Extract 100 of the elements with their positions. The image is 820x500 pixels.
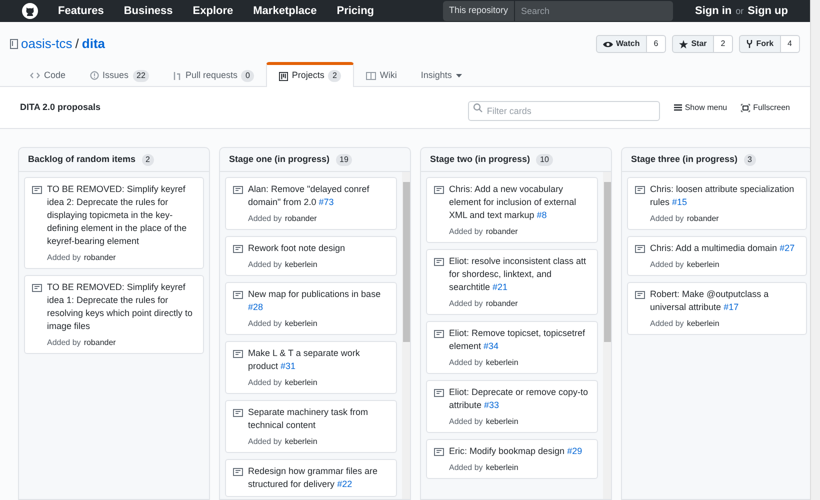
added-by-label: Added by <box>650 319 684 329</box>
note-card[interactable]: Separate machinery task from technical content Added by keberlein <box>225 400 397 453</box>
card-text: New map for publications in base #28 <box>248 288 382 314</box>
note-card[interactable]: Chris: loosen attribute specialization rules #15 Added by robander <box>627 177 807 230</box>
note-card[interactable]: Eliot: Remove topicset, topicsetref element #34 Added by keberlein <box>426 321 598 374</box>
issue-link[interactable]: #27 <box>780 243 795 253</box>
column-scrollbar[interactable] <box>603 172 611 499</box>
column-title: Stage two (in progress) <box>430 152 530 166</box>
added-by-label: Added by <box>449 417 483 427</box>
issue-link[interactable]: #8 <box>536 210 547 220</box>
sign-up-link[interactable]: Sign up <box>748 2 788 20</box>
issue-link[interactable]: #73 <box>318 197 334 207</box>
nav-link[interactable]: Business <box>124 2 173 20</box>
note-card[interactable]: Make L & T a separate work product #31 Added by keberlein <box>225 341 397 394</box>
author-link[interactable]: keberlein <box>284 319 318 329</box>
author-link[interactable]: keberlein <box>284 260 318 270</box>
card-text: TO BE REMOVED: Simplify keyref idea 1: Deprecate the rules for resolving keys which point directly to image files <box>47 281 194 333</box>
repo-tab[interactable]: Pull requests 0 <box>161 62 266 86</box>
note-icon <box>434 186 444 194</box>
column-title: Stage one (in progress) <box>229 152 330 166</box>
count-link[interactable]: 2 <box>714 35 734 53</box>
note-icon <box>32 284 42 292</box>
issue-link[interactable]: #15 <box>672 197 688 207</box>
column-scrollbar[interactable] <box>402 172 410 499</box>
card-counter: 3 <box>744 154 756 166</box>
sign-in-link[interactable]: Sign in <box>694 2 732 20</box>
octocat-logo-icon[interactable] <box>22 3 38 19</box>
note-card[interactable]: New map for publications in base #28 Added by keberlein <box>225 282 397 335</box>
note-card[interactable]: TO BE REMOVED: Simplify keyref idea 1: Deprecate the rules for resolving keys which point directly to image files Added by robander <box>24 275 204 354</box>
repo-tab[interactable]: Code <box>18 62 78 86</box>
repo-owner-link[interactable]: oasis-tcs <box>21 34 72 54</box>
author-link[interactable]: keberlein <box>284 437 318 447</box>
card-text: Chris: loosen attribute specialization rules #15 <box>650 183 796 209</box>
note-card[interactable]: Alan: Remove "delayed conref domain" from 2.0 #73 Added by robander <box>225 177 397 230</box>
issue-link[interactable]: #17 <box>724 302 739 312</box>
note-card[interactable]: Redesign how grammar files are structured for delivery #22 <box>225 459 397 497</box>
repo-tab[interactable]: Projects 2 <box>266 62 354 87</box>
author-link[interactable]: keberlein <box>284 378 318 388</box>
author-link[interactable]: robander <box>686 214 719 224</box>
author-link[interactable]: keberlein <box>686 260 720 270</box>
note-icon <box>635 245 645 253</box>
card-text: Rework foot note design <box>248 242 346 255</box>
repo-tab[interactable]: Insights <box>408 62 474 86</box>
fork-button[interactable]: Fork <box>739 35 781 53</box>
search-field[interactable]: Search <box>515 1 673 21</box>
note-icon <box>434 389 444 397</box>
note-card[interactable]: Robert: Make @outputclass a universal attribute #17 Added by keberlein <box>627 282 807 335</box>
note-card[interactable]: Rework foot note design Added by keberlein <box>225 236 397 276</box>
or-text: or <box>736 4 744 18</box>
card-text: Eric: Modify bookmap design #29 <box>449 445 582 458</box>
pull-request-icon <box>173 70 182 80</box>
search-scope[interactable]: This repository <box>442 1 516 21</box>
note-card[interactable]: Eric: Modify bookmap design #29 Added by keberlein <box>426 439 598 479</box>
issue-link[interactable]: #21 <box>492 282 508 292</box>
caret-icon <box>456 74 462 78</box>
card-text: Redesign how grammar files are structured for delivery #22 <box>248 465 379 491</box>
author-link[interactable]: robander <box>486 227 518 237</box>
card-text: Make L & T a separate work product #31 <box>248 347 361 373</box>
issue-link[interactable]: #33 <box>484 400 500 410</box>
count-link[interactable]: 4 <box>780 35 800 53</box>
tab-counter: 0 <box>241 70 254 82</box>
note-card[interactable]: Eliot: resolve inconsistent class att for shordesc, linktext, and searchtitle #21 Added by robander <box>426 249 598 315</box>
path-separator: / <box>75 35 79 54</box>
tab-counter: 22 <box>132 70 150 82</box>
repo-tab[interactable]: Issues 22 <box>78 62 162 86</box>
nav-link[interactable]: Explore <box>192 2 234 20</box>
author-link[interactable]: robander <box>84 253 116 263</box>
star-button[interactable]: Star <box>672 35 714 53</box>
nav-link[interactable]: Pricing <box>336 2 374 20</box>
author-link[interactable]: keberlein <box>686 319 720 329</box>
card-text: Robert: Make @outputclass a universal attribute #17 <box>650 288 770 314</box>
issue-link[interactable]: #31 <box>280 361 296 371</box>
nav-link[interactable]: Features <box>58 2 104 20</box>
card-text: TO BE REMOVED: Simplify keyref idea 2: Deprecate the rules for displaying topicmeta in the key-defining element in the place of the keyref-bearing element <box>47 183 188 248</box>
count-link[interactable]: 6 <box>646 35 666 53</box>
note-card[interactable]: Chris: Add a multimedia domain #27 Added by keberlein <box>627 236 807 276</box>
filter-field[interactable]: Filter cards <box>468 100 660 120</box>
author-link[interactable]: robander <box>284 214 317 224</box>
note-card[interactable]: Chris: Add a new vocabulary element for inclusion of external XML and text markup #8 Added by robander <box>426 177 598 243</box>
show-menu-button[interactable]: Show menu <box>674 102 728 114</box>
author-link[interactable]: robander <box>486 299 518 309</box>
search-icon <box>472 102 483 112</box>
author-link[interactable]: robander <box>84 338 116 348</box>
nav-link[interactable]: Marketplace <box>253 2 317 20</box>
author-link[interactable]: keberlein <box>486 417 518 427</box>
issue-link[interactable]: #34 <box>484 341 499 351</box>
author-link[interactable]: keberlein <box>486 358 518 368</box>
note-card[interactable]: TO BE REMOVED: Simplify keyref idea 2: Deprecate the rules for displaying topicmeta in the key-defining element in the place of the keyref-bearing element Added by robander <box>24 177 204 269</box>
issue-link[interactable]: #22 <box>337 479 352 489</box>
issue-link[interactable]: #29 <box>567 446 582 456</box>
note-icon <box>434 330 444 338</box>
repo-name-link[interactable]: dita <box>82 34 106 54</box>
issue-link[interactable]: #28 <box>248 302 264 312</box>
star-icon <box>679 40 688 48</box>
watch-button[interactable]: Watch <box>596 35 647 53</box>
fullscreen-button[interactable]: Fullscreen <box>741 102 790 114</box>
repo-tab[interactable]: Wiki <box>354 62 409 86</box>
note-card[interactable]: Eliot: Deprecate or remove copy-to attribute #33 Added by keberlein <box>426 380 598 433</box>
author-link[interactable]: keberlein <box>486 463 518 473</box>
project-title: DITA 2.0 proposals <box>20 100 101 114</box>
